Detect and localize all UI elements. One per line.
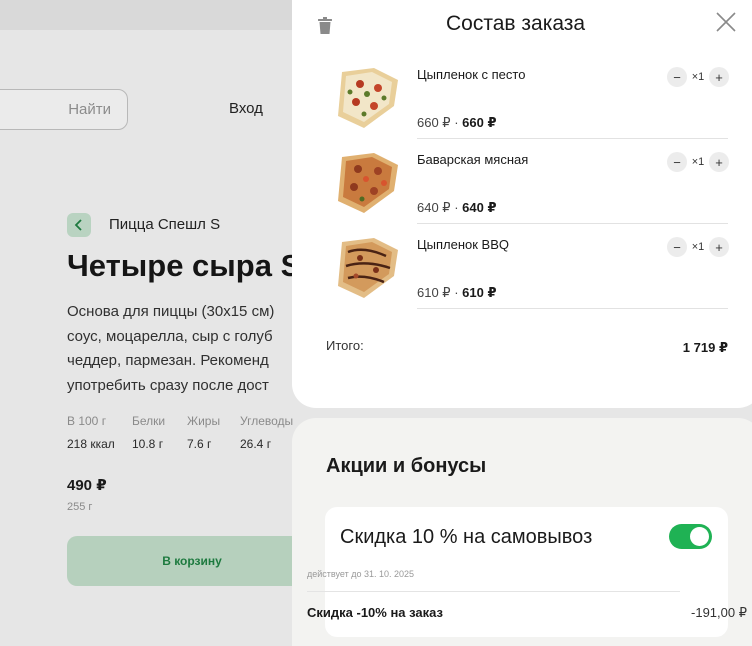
- search-input[interactable]: Найти: [0, 89, 128, 130]
- increase-button[interactable]: +: [709, 237, 729, 257]
- promo-toggle[interactable]: [669, 524, 712, 549]
- quantity-stepper: − ×1 +: [667, 236, 729, 258]
- quantity-value: ×1: [691, 71, 705, 83]
- pizza-image: [338, 68, 398, 128]
- discount-label: Скидка -10% на заказ: [307, 605, 444, 620]
- increase-button[interactable]: +: [709, 152, 729, 172]
- item-name: Цыпленок с песто: [417, 67, 526, 82]
- nutrition-header: Белки: [132, 414, 166, 428]
- product-weight: 255 г: [67, 501, 93, 513]
- divider: [417, 308, 728, 309]
- nutrition-header: В 100 г: [67, 414, 107, 428]
- divider: [417, 138, 728, 139]
- product-price: 490 ₽: [67, 477, 107, 494]
- nutrition-value: 7.6 г: [187, 437, 212, 451]
- nutrition-value: 10.8 г: [132, 437, 164, 451]
- divider: [417, 223, 728, 224]
- discount-value: -191,00 ₽: [691, 605, 747, 620]
- divider: [307, 591, 680, 592]
- pizza-image: [338, 238, 398, 298]
- order-title: Состав заказа: [446, 12, 586, 35]
- promo-valid-until: действует до 31. 10. 2025: [307, 569, 415, 579]
- item-price: 660 ₽ · 660 ₽: [417, 115, 497, 130]
- back-button[interactable]: [67, 213, 91, 237]
- chevron-left-icon: [74, 219, 82, 231]
- order-item: Баварская мясная − ×1 + 640 ₽ · 640 ₽: [334, 151, 730, 233]
- promo-title: Акции и бонусы: [326, 455, 487, 477]
- product-description: Основа для пиццы (30x15 см) соус, моцаре…: [67, 303, 275, 394]
- add-to-cart-button[interactable]: В корзину: [67, 536, 317, 586]
- quantity-value: ×1: [691, 156, 705, 168]
- total-value: 1 719 ₽: [682, 340, 728, 355]
- item-name: Баварская мясная: [417, 152, 529, 167]
- promo-panel: Акции и бонусы Скидка 10 % на самовывоз …: [292, 418, 752, 646]
- nutrition-header: Жиры: [187, 414, 221, 428]
- product-title: Четыре сыра S: [67, 248, 302, 283]
- toggle-knob: [690, 527, 709, 546]
- decrease-button[interactable]: −: [667, 237, 687, 257]
- search-button[interactable]: Найти: [68, 101, 111, 118]
- nutrition-header: Углеводы: [240, 414, 294, 428]
- decrease-button[interactable]: −: [667, 152, 687, 172]
- increase-button[interactable]: +: [709, 67, 729, 87]
- item-price: 610 ₽ · 610 ₽: [417, 285, 497, 300]
- close-icon[interactable]: [715, 11, 737, 33]
- order-panel: Состав заказа Цыпленок с песто − ×1 + 66…: [292, 0, 752, 408]
- order-item: Цыпленок с песто − ×1 + 660 ₽ · 660 ₽: [334, 66, 730, 148]
- order-item: Цыпленок BBQ − ×1 + 610 ₽ · 610 ₽: [334, 236, 730, 318]
- breadcrumb: Пицца Спешл S: [109, 216, 221, 233]
- total-label: Итого:: [326, 338, 364, 353]
- nutrition-value: 218 ккал: [67, 437, 115, 451]
- login-link[interactable]: Вход: [229, 100, 263, 117]
- item-name: Цыпленок BBQ: [417, 237, 509, 252]
- quantity-value: ×1: [691, 241, 705, 253]
- quantity-stepper: − ×1 +: [667, 151, 729, 173]
- quantity-stepper: − ×1 +: [667, 66, 729, 88]
- nutrition-value: 26.4 г: [240, 437, 272, 451]
- pizza-image: [338, 153, 398, 213]
- item-price: 640 ₽ · 640 ₽: [417, 200, 497, 215]
- decrease-button[interactable]: −: [667, 67, 687, 87]
- promo-name: Скидка 10 % на самовывоз: [340, 526, 593, 548]
